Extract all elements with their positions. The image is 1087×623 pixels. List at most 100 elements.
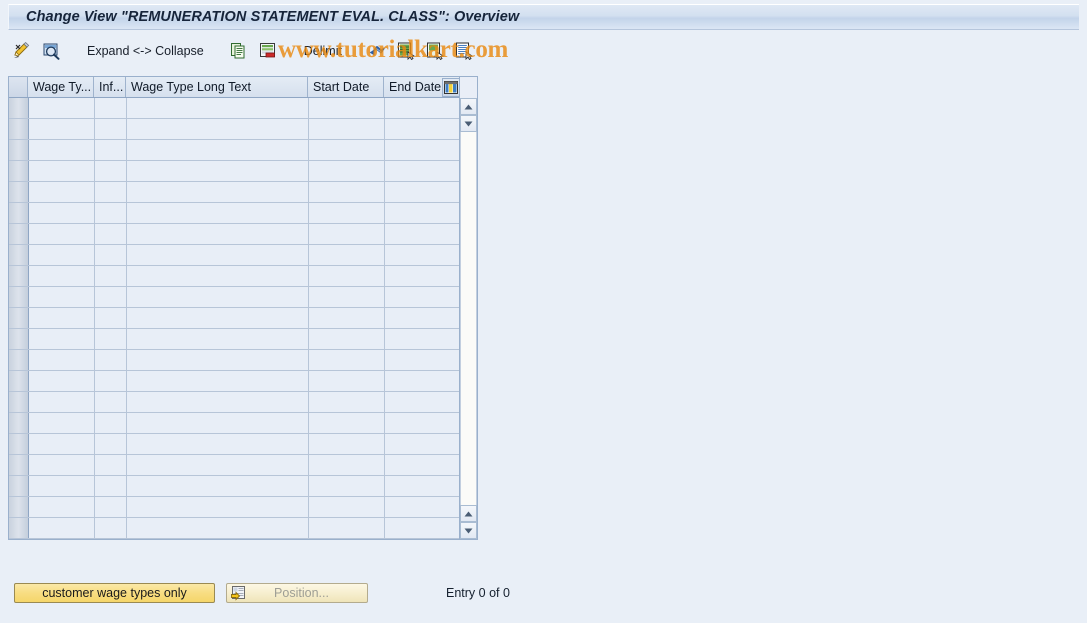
table-cell-start_date[interactable] bbox=[309, 413, 385, 433]
table-cell-end_date[interactable] bbox=[385, 203, 459, 223]
table-cell-wage_type[interactable] bbox=[29, 203, 95, 223]
position-button[interactable]: Position... bbox=[226, 583, 368, 603]
row-selector-button[interactable] bbox=[9, 434, 29, 454]
row-selector-button[interactable] bbox=[9, 245, 29, 265]
display-change-icon[interactable] bbox=[8, 39, 37, 63]
table-cell-infotype[interactable] bbox=[95, 497, 127, 517]
table-cell-start_date[interactable] bbox=[309, 434, 385, 454]
table-cell-wage_type[interactable] bbox=[29, 329, 95, 349]
table-cell-end_date[interactable] bbox=[385, 413, 459, 433]
table-cell-infotype[interactable] bbox=[95, 245, 127, 265]
table-cell-end_date[interactable] bbox=[385, 140, 459, 160]
table-cell-wage_type[interactable] bbox=[29, 308, 95, 328]
table-cell-infotype[interactable] bbox=[95, 329, 127, 349]
table-cell-end_date[interactable] bbox=[385, 518, 459, 538]
delete-row-icon[interactable] bbox=[254, 39, 283, 63]
select-all-icon[interactable] bbox=[392, 39, 421, 63]
table-cell-start_date[interactable] bbox=[309, 119, 385, 139]
table-row[interactable] bbox=[9, 287, 459, 308]
table-cell-start_date[interactable] bbox=[309, 287, 385, 307]
table-cell-wage_type[interactable] bbox=[29, 245, 95, 265]
table-cell-start_date[interactable] bbox=[309, 266, 385, 286]
row-selector-button[interactable] bbox=[9, 518, 29, 538]
table-row[interactable] bbox=[9, 203, 459, 224]
table-row[interactable] bbox=[9, 392, 459, 413]
column-header-start-date[interactable]: Start Date bbox=[308, 77, 384, 97]
table-cell-infotype[interactable] bbox=[95, 161, 127, 181]
table-cell-infotype[interactable] bbox=[95, 371, 127, 391]
table-cell-start_date[interactable] bbox=[309, 182, 385, 202]
table-cell-infotype[interactable] bbox=[95, 413, 127, 433]
table-cell-infotype[interactable] bbox=[95, 224, 127, 244]
row-selector-button[interactable] bbox=[9, 350, 29, 370]
table-cell-end_date[interactable] bbox=[385, 266, 459, 286]
table-cell-infotype[interactable] bbox=[95, 455, 127, 475]
row-selector-button[interactable] bbox=[9, 266, 29, 286]
table-cell-wage_type_long_text[interactable] bbox=[127, 287, 309, 307]
table-cell-end_date[interactable] bbox=[385, 308, 459, 328]
table-cell-infotype[interactable] bbox=[95, 119, 127, 139]
table-cell-infotype[interactable] bbox=[95, 518, 127, 538]
table-cell-end_date[interactable] bbox=[385, 371, 459, 391]
table-cell-wage_type_long_text[interactable] bbox=[127, 455, 309, 475]
table-cell-infotype[interactable] bbox=[95, 350, 127, 370]
display-detail-icon[interactable] bbox=[37, 39, 66, 63]
table-cell-start_date[interactable] bbox=[309, 224, 385, 244]
table-cell-wage_type_long_text[interactable] bbox=[127, 350, 309, 370]
page-up-icon[interactable] bbox=[460, 505, 477, 522]
row-selector-button[interactable] bbox=[9, 329, 29, 349]
table-cell-start_date[interactable] bbox=[309, 497, 385, 517]
table-row[interactable] bbox=[9, 308, 459, 329]
row-selector-button[interactable] bbox=[9, 392, 29, 412]
table-cell-wage_type_long_text[interactable] bbox=[127, 245, 309, 265]
table-row[interactable] bbox=[9, 350, 459, 371]
table-cell-start_date[interactable] bbox=[309, 329, 385, 349]
table-cell-start_date[interactable] bbox=[309, 98, 385, 118]
table-cell-end_date[interactable] bbox=[385, 182, 459, 202]
row-selector-button[interactable] bbox=[9, 224, 29, 244]
table-cell-wage_type[interactable] bbox=[29, 371, 95, 391]
table-cell-end_date[interactable] bbox=[385, 329, 459, 349]
table-cell-infotype[interactable] bbox=[95, 140, 127, 160]
row-selector-button[interactable] bbox=[9, 308, 29, 328]
table-row[interactable] bbox=[9, 266, 459, 287]
table-cell-end_date[interactable] bbox=[385, 287, 459, 307]
table-cell-wage_type_long_text[interactable] bbox=[127, 266, 309, 286]
table-row[interactable] bbox=[9, 161, 459, 182]
customer-wage-types-only-button[interactable]: customer wage types only bbox=[14, 583, 215, 603]
table-cell-end_date[interactable] bbox=[385, 119, 459, 139]
row-selector-button[interactable] bbox=[9, 287, 29, 307]
table-cell-wage_type[interactable] bbox=[29, 224, 95, 244]
expand-collapse-button[interactable]: Expand <-> Collapse bbox=[75, 39, 216, 63]
table-row[interactable] bbox=[9, 518, 459, 539]
table-row[interactable] bbox=[9, 224, 459, 245]
row-selector-button[interactable] bbox=[9, 476, 29, 496]
row-selector-button[interactable] bbox=[9, 371, 29, 391]
table-cell-wage_type_long_text[interactable] bbox=[127, 518, 309, 538]
table-cell-infotype[interactable] bbox=[95, 203, 127, 223]
table-cell-wage_type_long_text[interactable] bbox=[127, 119, 309, 139]
table-vertical-scrollbar[interactable] bbox=[460, 77, 477, 539]
table-cell-wage_type[interactable] bbox=[29, 119, 95, 139]
table-cell-wage_type_long_text[interactable] bbox=[127, 434, 309, 454]
table-cell-end_date[interactable] bbox=[385, 392, 459, 412]
table-cell-start_date[interactable] bbox=[309, 476, 385, 496]
table-cell-wage_type_long_text[interactable] bbox=[127, 98, 309, 118]
table-cell-start_date[interactable] bbox=[309, 455, 385, 475]
undo-icon[interactable] bbox=[363, 39, 392, 63]
table-cell-wage_type[interactable] bbox=[29, 287, 95, 307]
table-cell-wage_type_long_text[interactable] bbox=[127, 308, 309, 328]
table-cell-end_date[interactable] bbox=[385, 476, 459, 496]
table-cell-wage_type[interactable] bbox=[29, 413, 95, 433]
table-row[interactable] bbox=[9, 413, 459, 434]
select-block-icon[interactable] bbox=[421, 39, 450, 63]
column-header-wage-type-long-text[interactable]: Wage Type Long Text bbox=[126, 77, 308, 97]
table-cell-wage_type[interactable] bbox=[29, 350, 95, 370]
table-cell-end_date[interactable] bbox=[385, 455, 459, 475]
table-cell-end_date[interactable] bbox=[385, 245, 459, 265]
table-cell-infotype[interactable] bbox=[95, 266, 127, 286]
table-cell-wage_type_long_text[interactable] bbox=[127, 140, 309, 160]
column-configuration-icon[interactable] bbox=[442, 78, 460, 97]
table-cell-wage_type[interactable] bbox=[29, 518, 95, 538]
table-row[interactable] bbox=[9, 476, 459, 497]
